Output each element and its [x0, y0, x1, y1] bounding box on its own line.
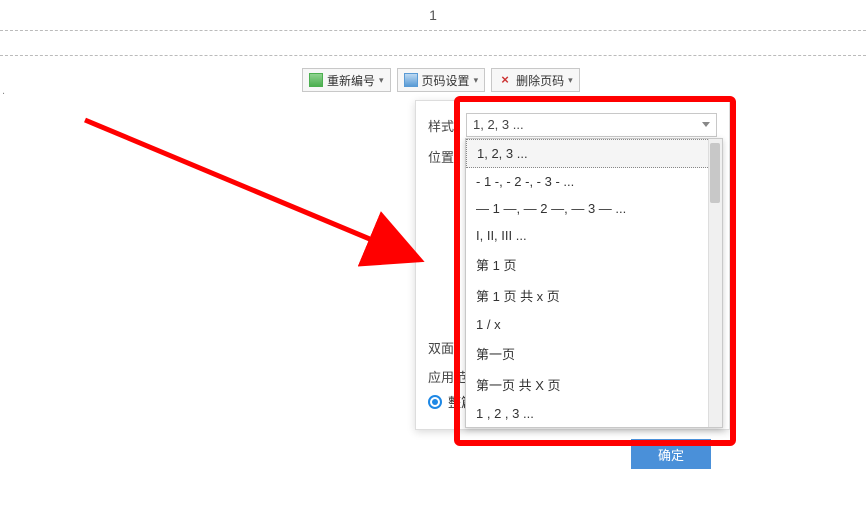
dropdown-item[interactable]: 第一页: [466, 338, 722, 369]
renumber-icon: [309, 73, 323, 87]
margin-mark: .: [2, 85, 5, 97]
dropdown-item[interactable]: 1 , 2 , 3 ...: [466, 400, 722, 427]
header-separator-1: [0, 30, 866, 31]
dropdown-item[interactable]: 第 1 页: [466, 249, 722, 280]
chevron-down-icon: ▾: [568, 75, 573, 86]
scrollbar[interactable]: [708, 139, 722, 427]
ok-label: 确定: [658, 445, 684, 464]
header-separator-2: [0, 55, 866, 56]
delete-pn-label: 删除页码: [516, 72, 564, 89]
page-number-toolbar: 重新编号 ▾ 页码设置 ▾ × 删除页码 ▾: [302, 68, 580, 92]
close-icon: ×: [498, 73, 512, 87]
page-settings-button[interactable]: 页码设置 ▾: [397, 68, 486, 92]
dropdown-item[interactable]: — 1 —, — 2 —, — 3 — ...: [466, 195, 722, 222]
page-number-header: 1: [0, 0, 866, 30]
dropdown-item[interactable]: I, II, III ...: [466, 222, 722, 249]
ok-button[interactable]: 确定: [631, 439, 711, 469]
chevron-down-icon: ▾: [379, 75, 384, 86]
page-settings-label: 页码设置: [422, 72, 470, 89]
chevron-down-icon: ▾: [474, 75, 479, 86]
dropdown-item[interactable]: 1 / x: [466, 311, 722, 338]
style-select[interactable]: 1, 2, 3 ...: [466, 113, 717, 137]
page-settings-icon: [404, 73, 418, 87]
renumber-label: 重新编号: [327, 72, 375, 89]
radio-checked-icon: [428, 395, 442, 409]
dropdown-item[interactable]: 第 1 页 共 x 页: [466, 280, 722, 311]
page-number-text: 1: [429, 7, 437, 23]
style-dropdown: 1, 2, 3 ...- 1 -, - 2 -, - 3 - ...— 1 —,…: [465, 138, 723, 428]
dropdown-item[interactable]: 1, 2, 3 ...: [466, 139, 722, 168]
position-label: 位置: [428, 147, 466, 166]
delete-page-number-button[interactable]: × 删除页码 ▾: [491, 68, 580, 92]
style-label: 样式: [428, 116, 466, 135]
scrollbar-thumb[interactable]: [710, 143, 720, 203]
dropdown-item[interactable]: 第一页 共 X 页: [466, 369, 722, 400]
style-select-value: 1, 2, 3 ...: [473, 117, 524, 132]
dropdown-item[interactable]: - 1 -, - 2 -, - 3 - ...: [466, 168, 722, 195]
dropdown-list: 1, 2, 3 ...- 1 -, - 2 -, - 3 - ...— 1 —,…: [466, 139, 722, 427]
annotation-arrow: [80, 80, 440, 280]
chevron-down-icon: [702, 122, 710, 127]
double-side-label: 双面: [428, 341, 454, 356]
style-row: 样式 1, 2, 3 ...: [428, 113, 717, 137]
renumber-button[interactable]: 重新编号 ▾: [302, 68, 391, 92]
